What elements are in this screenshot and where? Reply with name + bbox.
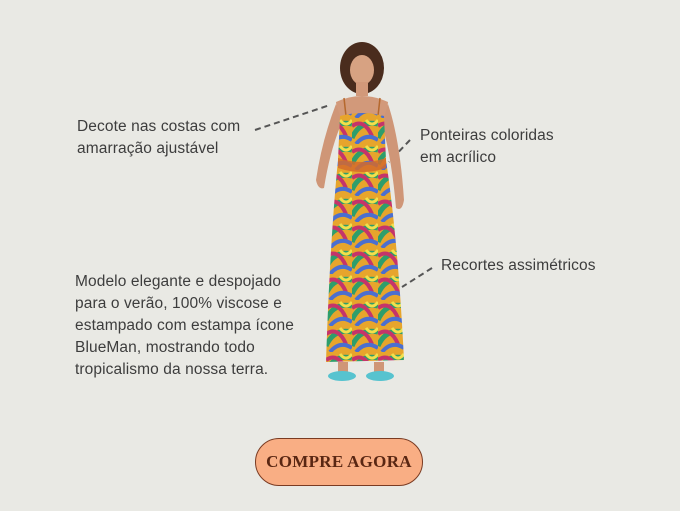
model-sandal-right — [366, 371, 394, 381]
buy-now-label: COMPRE AGORA — [266, 452, 412, 471]
product-showcase: Decote nas costas com amarração ajustáve… — [0, 0, 680, 511]
model-face — [350, 55, 374, 85]
product-description: Modelo elegante e despojado para o verão… — [75, 273, 294, 378]
model-sandal-left — [328, 371, 356, 381]
annotation-recortes: Recortes assimétricos — [441, 257, 596, 274]
annotation-ponteiras: Ponteiras coloridas em acrílico — [420, 127, 554, 166]
model-photo — [316, 42, 404, 381]
buy-now-button[interactable]: COMPRE AGORA — [255, 438, 423, 486]
annotation-decote: Decote nas costas com amarração ajustáve… — [77, 118, 241, 157]
